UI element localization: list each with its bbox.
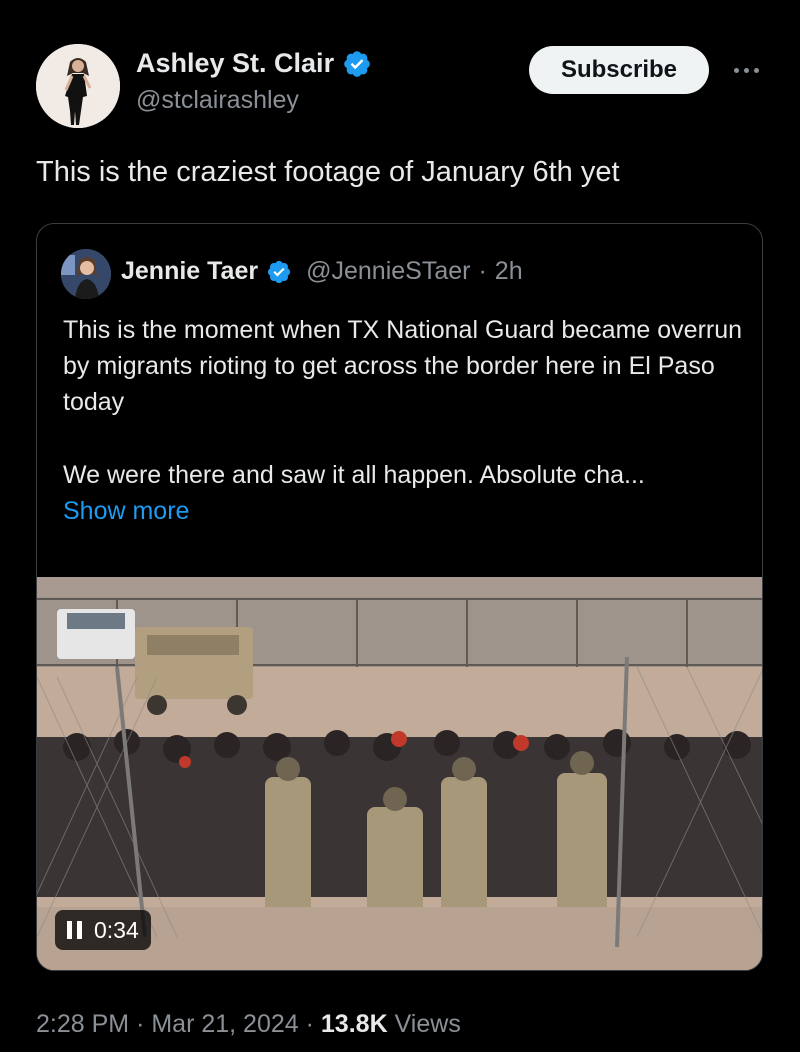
- quoted-verified-badge-icon: [268, 260, 291, 283]
- tweet-date[interactable]: Mar 21, 2024: [151, 1010, 298, 1038]
- avatar-image: [36, 44, 120, 128]
- tweet-text: This is the craziest footage of January …: [36, 156, 620, 188]
- subscribe-button[interactable]: Subscribe: [529, 46, 709, 94]
- quoted-text-paragraph-2: We were there and saw it all happen. Abs…: [63, 461, 645, 489]
- quoted-tweet[interactable]: Jennie Taer @JennieSTaer · 2h This is th…: [36, 223, 763, 971]
- video-player[interactable]: 0:34: [37, 577, 762, 970]
- show-more-link[interactable]: Show more: [63, 493, 753, 529]
- quoted-header: Jennie Taer @JennieSTaer · 2h: [121, 257, 523, 286]
- quoted-author-name[interactable]: Jennie Taer: [121, 257, 258, 286]
- author-handle[interactable]: @stclairashley: [136, 86, 299, 115]
- views-count: 13.8K: [320, 1010, 388, 1038]
- meta-separator-2: ·: [305, 1010, 314, 1038]
- author-avatar[interactable]: [36, 44, 120, 128]
- quoted-author-avatar[interactable]: [61, 249, 111, 299]
- verified-badge-icon: [344, 50, 370, 77]
- pause-icon[interactable]: [67, 921, 82, 939]
- more-options-icon[interactable]: [728, 56, 764, 84]
- author-name[interactable]: Ashley St. Clair: [136, 48, 334, 79]
- tweet-time[interactable]: 2:28 PM: [36, 1010, 129, 1038]
- views-label: Views: [394, 1010, 461, 1038]
- quoted-age[interactable]: 2h: [495, 257, 523, 286]
- video-timer[interactable]: 0:34: [55, 910, 151, 950]
- quoted-avatar-image: [61, 249, 111, 299]
- tweet-meta: 2:28 PM · Mar 21, 2024 · 13.8K Views: [36, 1010, 461, 1039]
- meta-separator-1: ·: [136, 1010, 145, 1038]
- quoted-text-paragraph-1: This is the moment when TX National Guar…: [63, 316, 743, 416]
- quoted-author-handle[interactable]: @JennieSTaer: [306, 257, 470, 286]
- quoted-text: This is the moment when TX National Guar…: [63, 312, 753, 529]
- quoted-separator: ·: [478, 257, 487, 285]
- video-time: 0:34: [94, 916, 139, 943]
- author-name-row[interactable]: Ashley St. Clair: [136, 48, 372, 79]
